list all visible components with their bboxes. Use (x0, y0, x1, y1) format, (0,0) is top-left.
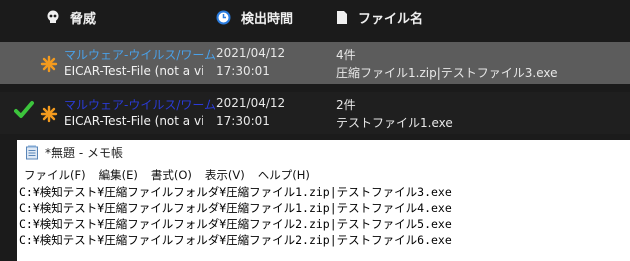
notepad-titlebar[interactable]: *無題 - メモ帳 (17, 140, 630, 164)
detected-date: 2021/04/12 (216, 46, 286, 60)
file-count: 4件 (336, 48, 356, 62)
menu-help[interactable]: ヘルプ(H) (258, 167, 310, 183)
column-detected-label: 検出時間 (241, 11, 294, 27)
file-name: 圧縮ファイル1.zip|テストファイル3.exe (336, 66, 558, 80)
text-line: C:¥検知テスト¥圧縮ファイルフォルダ¥圧縮ファイル1.zip|テストファイル4… (19, 201, 452, 215)
menu-view[interactable]: 表示(V) (205, 167, 245, 183)
menu-format[interactable]: 書式(O) (151, 167, 192, 183)
threat-name-link[interactable]: マルウェア-ウイルス/ワーム (64, 96, 216, 113)
column-filename[interactable]: ファイル名 (336, 0, 423, 34)
skull-icon (46, 10, 60, 24)
detected-date: 2021/04/12 (216, 96, 286, 110)
warning-icon (40, 55, 58, 73)
security-app: 脅威 検出時間 ファイル名 マルウェア-ウイルス/ワーム EICAR-Test-… (0, 0, 630, 140)
clock-icon (216, 10, 231, 25)
table-row[interactable]: マルウェア-ウイルス/ワーム EICAR-Test-File (not a vi… (0, 92, 630, 134)
checkmark-icon[interactable] (14, 100, 34, 120)
column-filename-label: ファイル名 (358, 11, 424, 27)
notepad-menubar: ファイル(F) 編集(E) 書式(O) 表示(V) ヘルプ(H) (17, 166, 630, 184)
file-name: テストファイル1.exe (336, 116, 453, 130)
text-line: C:¥検知テスト¥圧縮ファイルフォルダ¥圧縮ファイル2.zip|テストファイル6… (19, 233, 452, 247)
detected-time: 17:30:01 (216, 64, 270, 78)
menu-edit[interactable]: 編集(E) (99, 167, 138, 183)
threat-detail: EICAR-Test-File (not a virus) (64, 114, 203, 128)
table-row[interactable]: マルウェア-ウイルス/ワーム EICAR-Test-File (not a vi… (0, 42, 630, 84)
notepad-text-area[interactable]: C:¥検知テスト¥圧縮ファイルフォルダ¥圧縮ファイル1.zip|テストファイル3… (17, 184, 630, 261)
file-count: 2件 (336, 98, 356, 112)
menu-file[interactable]: ファイル(F) (24, 167, 86, 183)
column-detected[interactable]: 検出時間 (216, 0, 293, 34)
notepad-title: *無題 - メモ帳 (45, 145, 123, 160)
background-strip (0, 140, 17, 261)
notepad-window: *無題 - メモ帳 ファイル(F) 編集(E) 書式(O) 表示(V) ヘルプ(… (17, 140, 630, 261)
notepad-icon (25, 145, 39, 160)
text-line: C:¥検知テスト¥圧縮ファイルフォルダ¥圧縮ファイル2.zip|テストファイル5… (19, 217, 452, 231)
column-threat-label: 脅威 (70, 11, 97, 27)
table-header: 脅威 検出時間 ファイル名 (0, 0, 630, 36)
column-threat[interactable]: 脅威 (46, 0, 96, 34)
text-line: C:¥検知テスト¥圧縮ファイルフォルダ¥圧縮ファイル1.zip|テストファイル3… (19, 185, 452, 199)
threat-detail: EICAR-Test-File (not a virus) (64, 64, 203, 78)
threat-name-link[interactable]: マルウェア-ウイルス/ワーム (64, 46, 216, 63)
warning-icon (40, 105, 58, 123)
document-icon (336, 10, 348, 25)
detected-time: 17:30:01 (216, 114, 270, 128)
